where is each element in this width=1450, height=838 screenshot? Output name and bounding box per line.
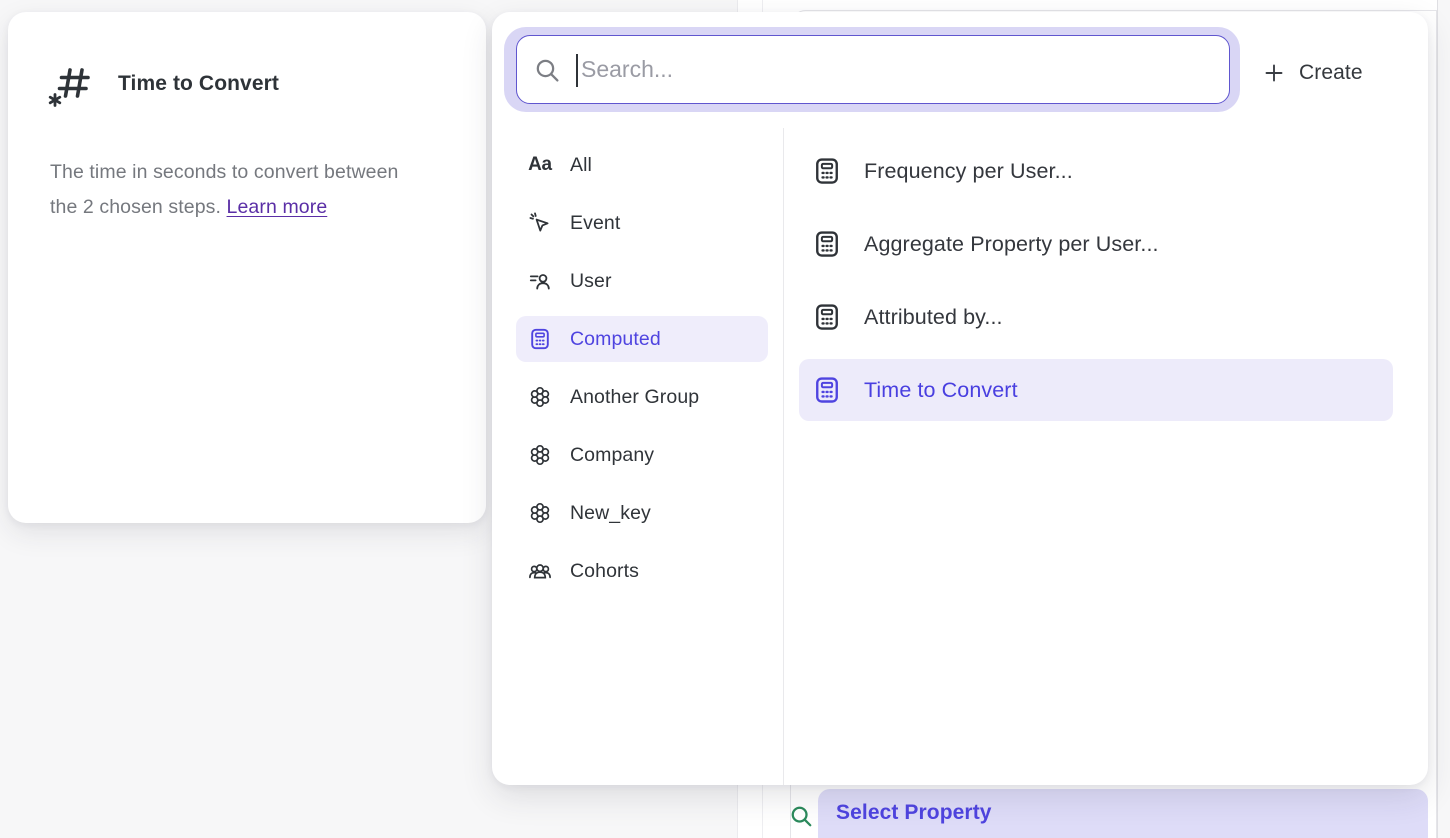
category-label: Cohorts (570, 560, 639, 583)
category-label: New_key (570, 502, 651, 525)
tooltip-title: Time to Convert (118, 72, 279, 96)
category-new-key[interactable]: New_key (516, 490, 768, 536)
category-label: All (570, 154, 592, 177)
category-event[interactable]: Event (516, 200, 768, 246)
category-label: Computed (570, 328, 661, 351)
group-cluster-icon (528, 443, 552, 467)
description-line-1: The time in seconds to convert between (50, 161, 399, 183)
result-label: Attributed by... (864, 305, 1003, 330)
description-line-2: the 2 chosen steps. (50, 196, 221, 218)
user-list-icon (528, 269, 552, 293)
category-user[interactable]: User (516, 258, 768, 304)
calculator-icon (812, 302, 842, 332)
search-input[interactable] (517, 36, 1229, 103)
property-tooltip-card: Time to Convert The time in seconds to c… (8, 12, 486, 523)
learn-more-link[interactable]: Learn more (227, 196, 328, 218)
result-label: Frequency per User... (864, 159, 1073, 184)
computed-number-icon (48, 62, 92, 110)
category-all[interactable]: Aa All (516, 142, 768, 188)
plus-icon (1262, 61, 1286, 85)
property-selector-modal: Create Aa All Event (492, 12, 1428, 785)
category-label: User (570, 270, 612, 293)
category-label: Another Group (570, 386, 699, 409)
cursor-click-icon (528, 211, 552, 235)
result-aggregate-property-per-user[interactable]: Aggregate Property per User... (799, 213, 1393, 275)
result-label: Time to Convert (864, 378, 1018, 403)
calculator-icon (812, 375, 842, 405)
calculator-icon (812, 229, 842, 259)
background-card-right-edge (1437, 0, 1438, 838)
search-icon (789, 804, 814, 829)
result-time-to-convert[interactable]: Time to Convert (799, 359, 1393, 421)
category-computed[interactable]: Computed (516, 316, 768, 362)
select-property-control[interactable]: Select Property (770, 789, 1430, 838)
result-label: Aggregate Property per User... (864, 232, 1159, 257)
group-cluster-icon (528, 501, 552, 525)
category-company[interactable]: Company (516, 432, 768, 478)
category-label: Event (570, 212, 620, 235)
calculator-icon (528, 327, 552, 351)
text-format-icon: Aa (528, 153, 552, 177)
create-button[interactable]: Create (1262, 56, 1363, 90)
result-frequency-per-user[interactable]: Frequency per User... (799, 140, 1393, 202)
tooltip-description: The time in seconds to convert between t… (50, 155, 450, 225)
category-another-group[interactable]: Another Group (516, 374, 768, 420)
people-icon (528, 559, 552, 583)
category-cohorts[interactable]: Cohorts (516, 548, 768, 594)
create-button-label: Create (1299, 61, 1363, 85)
category-list-divider (783, 128, 784, 785)
select-property-label: Select Property (836, 801, 992, 825)
category-label: Company (570, 444, 654, 467)
property-result-list: Frequency per User... Aggregate Property… (799, 140, 1393, 432)
calculator-icon (812, 156, 842, 186)
result-attributed-by[interactable]: Attributed by... (799, 286, 1393, 348)
search-field[interactable] (516, 35, 1230, 104)
category-list: Aa All Event (516, 142, 768, 606)
group-cluster-icon (528, 385, 552, 409)
